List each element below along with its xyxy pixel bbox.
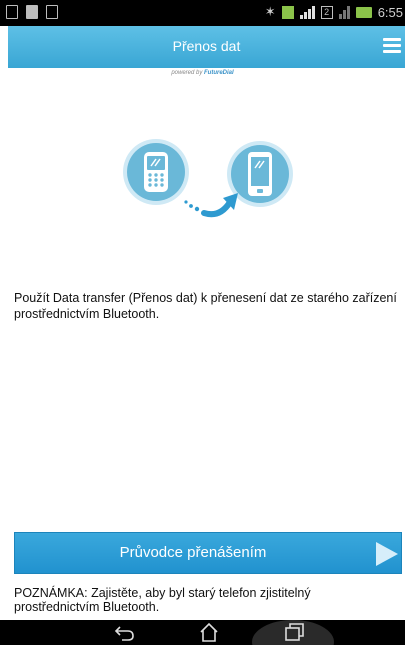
status-left: [6, 5, 58, 19]
description-text: Použít Data transfer (Přenos dat) k přen…: [14, 291, 397, 321]
transfer-wizard-label: Průvodce přenášením: [119, 544, 267, 561]
data-icon: [281, 5, 294, 19]
mute-icon: ✶: [264, 4, 276, 19]
transfer-wizard-button[interactable]: Průvodce přenášením: [14, 532, 402, 574]
clock: 6:55: [377, 4, 403, 20]
transfer-arrow-icon: [184, 193, 238, 218]
status-bar: ✶ 2 6:55: [0, 0, 405, 26]
powered-by-prefix: powered by: [171, 70, 203, 76]
hamburger-menu-icon[interactable]: [383, 38, 401, 54]
old-phone-icon: [123, 139, 189, 205]
page-title: Přenos dat: [172, 38, 241, 54]
powered-by: powered by FutureDial: [0, 70, 405, 82]
navigation-bar: [0, 620, 405, 645]
signal-icon: [299, 5, 315, 19]
app-header: Přenos dat: [8, 26, 405, 68]
recent-apps-icon[interactable]: [283, 622, 305, 642]
back-icon[interactable]: [114, 622, 136, 642]
home-icon[interactable]: [198, 622, 220, 642]
signal-icon-2: [338, 5, 350, 19]
gallery-icon: [6, 5, 18, 19]
note-text: POZNÁMKA: Zajistěte, aby byl starý telef…: [14, 586, 311, 614]
play-arrow-icon: [376, 542, 398, 566]
status-right: ✶ 2 6:55: [265, 4, 403, 20]
document-icon: [26, 5, 38, 19]
screen-icon: [46, 5, 58, 19]
sim-icon: 2: [320, 5, 333, 19]
battery-icon: [355, 6, 372, 18]
futuredial-logo: FutureDial: [204, 70, 234, 76]
transfer-illustration: [123, 139, 293, 218]
